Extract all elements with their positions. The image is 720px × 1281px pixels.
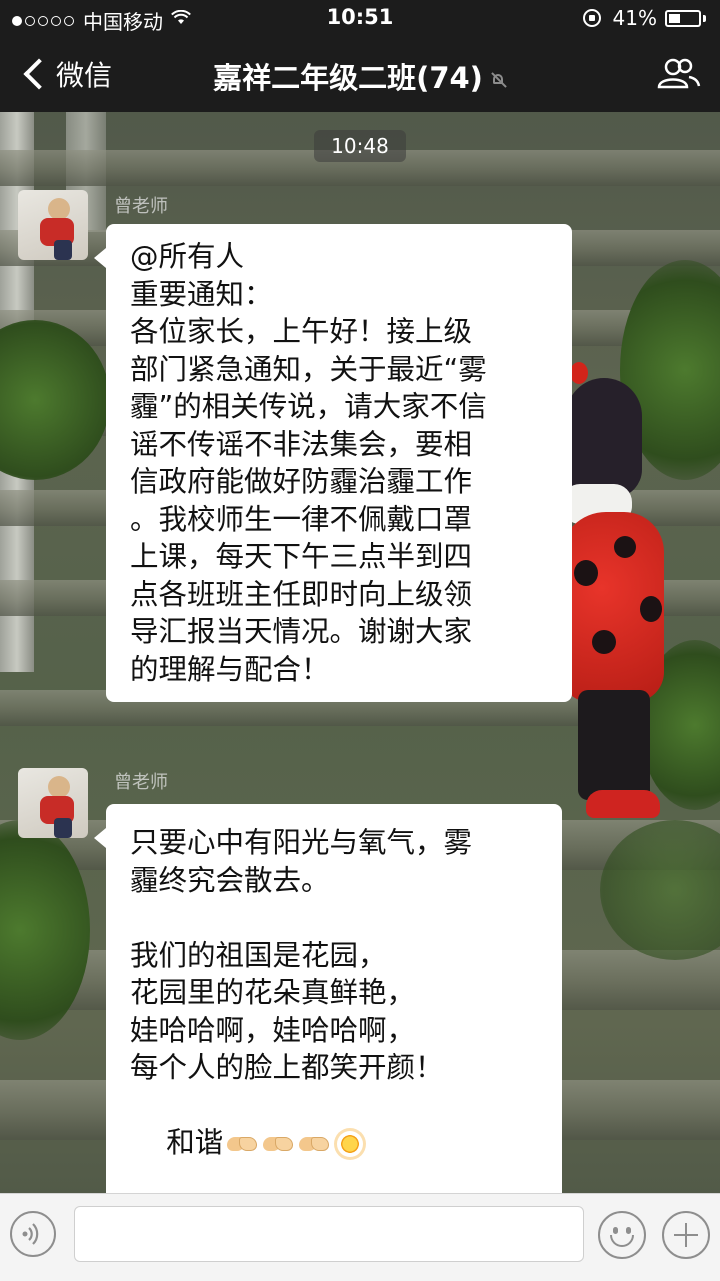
handshake-icon [227, 1133, 259, 1155]
message-line: 我们的祖国是花园， [130, 938, 387, 972]
handshake-icon [299, 1133, 331, 1155]
sender-name: 曾老师 [114, 772, 168, 793]
emoji-icon [613, 1227, 618, 1234]
message-line: 。我校师生一律不佩戴口罩 [130, 502, 473, 536]
message-timestamp: 10:48 [314, 130, 406, 162]
status-bar: 中国移动 10:51 41% [0, 0, 720, 36]
message-line: 谣不传谣不非法集会，要相 [130, 427, 473, 461]
battery-percent: 41% [612, 6, 657, 30]
message-line: 霾”的相关传说，请大家不信 [130, 390, 487, 423]
message-line-emoji: 和谐 [130, 1087, 538, 1200]
message-line [130, 899, 538, 937]
group-members-button[interactable] [656, 58, 702, 90]
message-line: 只要心中有阳光与氧气，雾 [130, 826, 473, 859]
battery-icon [665, 9, 701, 27]
message-text: 和谐 [166, 1126, 224, 1159]
battery-level-fill [669, 13, 680, 23]
message-line: 花园里的花朵真鲜艳， [130, 976, 416, 1009]
message-line: 点各班班主任即时向上级领 [130, 577, 473, 611]
message-line: @所有人 [130, 240, 245, 273]
sun-icon [337, 1131, 364, 1157]
message-line: 重要通知： [130, 277, 273, 311]
chat-header: 微信 嘉祥二年级二班(74) [0, 36, 720, 112]
message-line: 每个人的脸上都笑开颜！ [130, 1051, 444, 1084]
sender-avatar[interactable] [18, 190, 88, 260]
voice-button[interactable] [10, 1211, 56, 1257]
message-line: 部门紧急通知，关于最近“雾 [130, 352, 487, 386]
message-line: 各位家长，上午好！接上级 [130, 315, 473, 348]
voice-icon [22, 1223, 39, 1245]
chat-title: 嘉祥二年级二班(74) [0, 55, 720, 97]
message-line: 导汇报当天情况。谢谢大家 [130, 615, 473, 648]
rotation-lock-icon [582, 9, 601, 27]
chat-title-text: 嘉祥二年级二班(74) [213, 61, 483, 95]
message-line: 的理解与配合！ [130, 652, 330, 686]
sender-name: 曾老师 [114, 196, 168, 217]
plus-button[interactable] [662, 1211, 710, 1259]
group-members-icon [657, 58, 701, 89]
message-input[interactable] [74, 1206, 584, 1262]
input-bar [0, 1193, 720, 1281]
message-line: 娃哈哈啊，娃哈哈啊， [130, 1013, 416, 1047]
handshake-icon [263, 1133, 295, 1155]
message-bubble[interactable]: 只要心中有阳光与氧气，雾 霾终究会散去。 我们的祖国是花园， 花园里的花朵真鲜艳… [94, 804, 562, 1213]
emoji-button[interactable] [598, 1211, 646, 1259]
mute-icon [491, 72, 507, 88]
message-line: 信政府能做好防霾治霾工作 [130, 465, 473, 498]
message-bubble[interactable]: @所有人 重要通知： 各位家长，上午好！接上级 部门紧急通知，关于最近“雾 霾”… [94, 224, 572, 702]
sender-avatar[interactable] [18, 768, 88, 838]
message-line: 上课，每天下午三点半到四 [130, 540, 473, 573]
message-line: 霾终究会散去。 [130, 863, 330, 897]
